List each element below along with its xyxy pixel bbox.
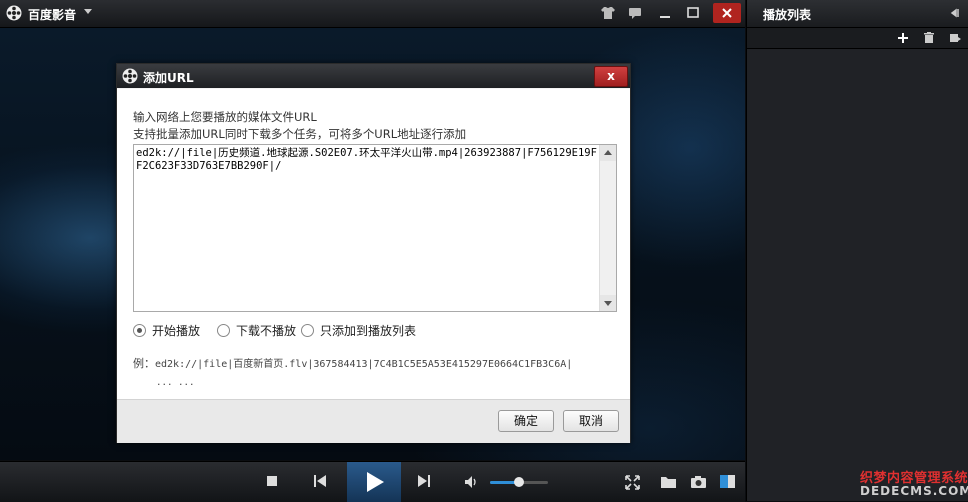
- film-reel-icon[interactable]: [6, 5, 22, 21]
- scroll-down-button[interactable]: [600, 295, 616, 311]
- radio-add-to-playlist-indicator[interactable]: [301, 323, 314, 337]
- close-icon: [722, 8, 732, 18]
- toggle-playlist-icon[interactable]: [719, 474, 736, 489]
- skin-shirt-icon[interactable]: [599, 4, 617, 22]
- playlist-manage-icon[interactable]: [948, 31, 962, 45]
- window-close-button[interactable]: [713, 3, 741, 23]
- example-more: ... ...: [157, 375, 196, 388]
- dialog-close-button[interactable]: x: [594, 66, 628, 87]
- example-url: ed2k://|file|百度新首页.flv|367584413|7C4B1C5…: [155, 359, 573, 370]
- example-prefix: 例：: [133, 357, 155, 370]
- radio-start-play-indicator[interactable]: [133, 323, 146, 337]
- maximize-icon[interactable]: [684, 4, 702, 22]
- minimize-icon[interactable]: [656, 4, 674, 22]
- dialog-body: 输入网络上您要播放的媒体文件URL 支持批量添加URL同时下载多个任务，可将多个…: [117, 89, 630, 399]
- previous-icon[interactable]: [313, 474, 327, 488]
- next-icon[interactable]: [417, 474, 431, 488]
- control-bar: [0, 461, 745, 502]
- volume-slider[interactable]: [490, 477, 548, 487]
- app-menu-chevron-down-icon[interactable]: [84, 9, 92, 14]
- playlist-toolbar: [747, 28, 968, 49]
- collapse-panel-icon[interactable]: [949, 7, 961, 19]
- example-text: 例：ed2k://|file|百度新首页.flv|367584413|7C4B1…: [133, 355, 572, 371]
- title-bar: 百度影音: [0, 0, 745, 28]
- folder-icon[interactable]: [660, 475, 677, 489]
- film-reel-icon: [122, 68, 138, 84]
- playlist-header: 播放列表: [747, 0, 968, 28]
- watermark-line2: DEDECMS.COM: [860, 484, 968, 498]
- radio-download-only-indicator[interactable]: [217, 323, 230, 337]
- fullscreen-icon[interactable]: [625, 475, 640, 490]
- add-icon[interactable]: [896, 31, 910, 45]
- playlist-list[interactable]: [747, 49, 968, 501]
- add-url-dialog: 添加URL x 输入网络上您要播放的媒体文件URL 支持批量添加URL同时下载多…: [116, 63, 631, 443]
- playlist-title: 播放列表: [763, 8, 812, 22]
- radio-download-only[interactable]: 下载不播放: [217, 322, 296, 338]
- message-icon[interactable]: [626, 4, 644, 22]
- play-button[interactable]: [347, 462, 401, 502]
- cancel-button[interactable]: 取消: [563, 410, 619, 432]
- radio-add-to-playlist-label: 只添加到播放列表: [320, 323, 417, 338]
- stop-icon[interactable]: [266, 475, 278, 487]
- url-textarea-scrollbar[interactable]: [599, 145, 616, 311]
- dialog-title-bar[interactable]: 添加URL x: [117, 64, 630, 88]
- hint-line-1: 输入网络上您要播放的媒体文件URL: [133, 110, 317, 124]
- hint-line-2: 支持批量添加URL同时下载多个任务，可将多个URL地址逐行添加: [133, 127, 467, 141]
- radio-start-play[interactable]: 开始播放: [133, 322, 200, 338]
- ok-button[interactable]: 确定: [498, 410, 554, 432]
- scroll-up-button[interactable]: [600, 145, 616, 161]
- radio-download-only-label: 下载不播放: [236, 323, 297, 338]
- chevron-down-icon: [604, 301, 612, 306]
- playlist-panel: 播放列表: [746, 0, 968, 501]
- dialog-footer: 确定 取消: [117, 399, 630, 443]
- radio-start-play-label: 开始播放: [152, 323, 201, 338]
- volume-icon[interactable]: [464, 475, 480, 489]
- volume-knob[interactable]: [514, 477, 524, 487]
- radio-add-to-playlist[interactable]: 只添加到播放列表: [301, 322, 416, 338]
- camera-icon[interactable]: [690, 474, 707, 489]
- url-textarea-value[interactable]: ed2k://|file|历史频道.地球起源.S02E07.环太平洋火山带.mp…: [136, 147, 598, 173]
- dialog-title: 添加URL: [143, 71, 194, 85]
- app-title: 百度影音: [28, 8, 77, 22]
- trash-icon[interactable]: [922, 31, 936, 45]
- url-textarea[interactable]: ed2k://|file|历史频道.地球起源.S02E07.环太平洋火山带.mp…: [133, 144, 617, 312]
- play-icon: [367, 472, 384, 492]
- chevron-up-icon: [604, 150, 612, 155]
- play-option-group: 开始播放 下载不播放 只添加到播放列表: [133, 322, 613, 338]
